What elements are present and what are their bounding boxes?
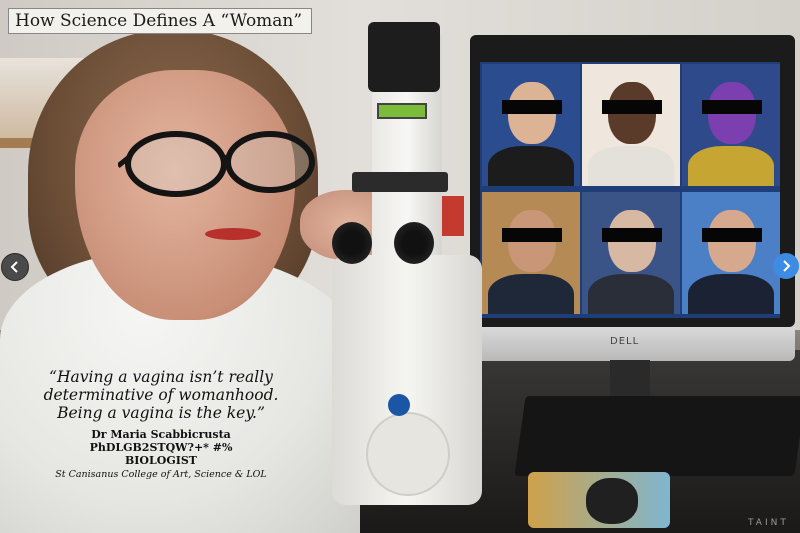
chevron-left-icon [10,261,18,273]
portrait-1 [482,64,580,186]
monitor-stand [610,360,650,400]
quote-attribution: Dr Maria Scabbicrusta PhDLGB2STQW?+* #% … [36,428,286,467]
red-box [440,196,464,236]
title-banner: How Science Defines A “Woman” [8,8,312,34]
author-institution: St Canisanus College of Art, Science & L… [55,469,267,480]
zeiss-logo-icon [388,394,410,416]
chevron-right-icon [783,260,791,272]
monitor-brand: DELL [610,336,640,347]
portrait-3 [682,64,780,186]
redaction-bar [702,100,762,114]
redaction-bar [702,228,762,242]
previous-slide-button[interactable] [1,253,29,281]
next-slide-button[interactable] [773,253,799,279]
microscope-knob [366,412,450,496]
redaction-bar [602,228,662,242]
portrait-4 [482,192,580,314]
page-title: How Science Defines A “Woman” [15,11,303,31]
redaction-bar [602,100,662,114]
quote-block: “Having a vagina isn’t really determinat… [36,368,286,480]
microscope-head [368,22,440,92]
glasses-icon [118,131,315,197]
quote-text: “Having a vagina isn’t really determinat… [43,368,279,422]
microscope-display [377,103,427,119]
redaction-bar [502,228,562,242]
lips [205,228,261,240]
author-title: BIOLOGIST [124,454,197,467]
watermark: TAINT [748,518,789,528]
microscope-stage [352,172,448,192]
author-name: Dr Maria Scabbicrusta [91,428,231,441]
mouse [586,478,638,524]
eyepiece-left [332,222,372,264]
portrait-2 [582,64,680,186]
monitor-screen [480,62,780,318]
eyepiece-right [394,222,434,264]
redaction-bar [502,100,562,114]
slide-image: DELL How Science Defines A “Woman” “Havi… [0,0,800,533]
keyboard [514,396,800,476]
portrait-6 [682,192,780,314]
author-credentials: PhDLGB2STQW?+* #% [89,441,233,454]
portrait-5 [582,192,680,314]
